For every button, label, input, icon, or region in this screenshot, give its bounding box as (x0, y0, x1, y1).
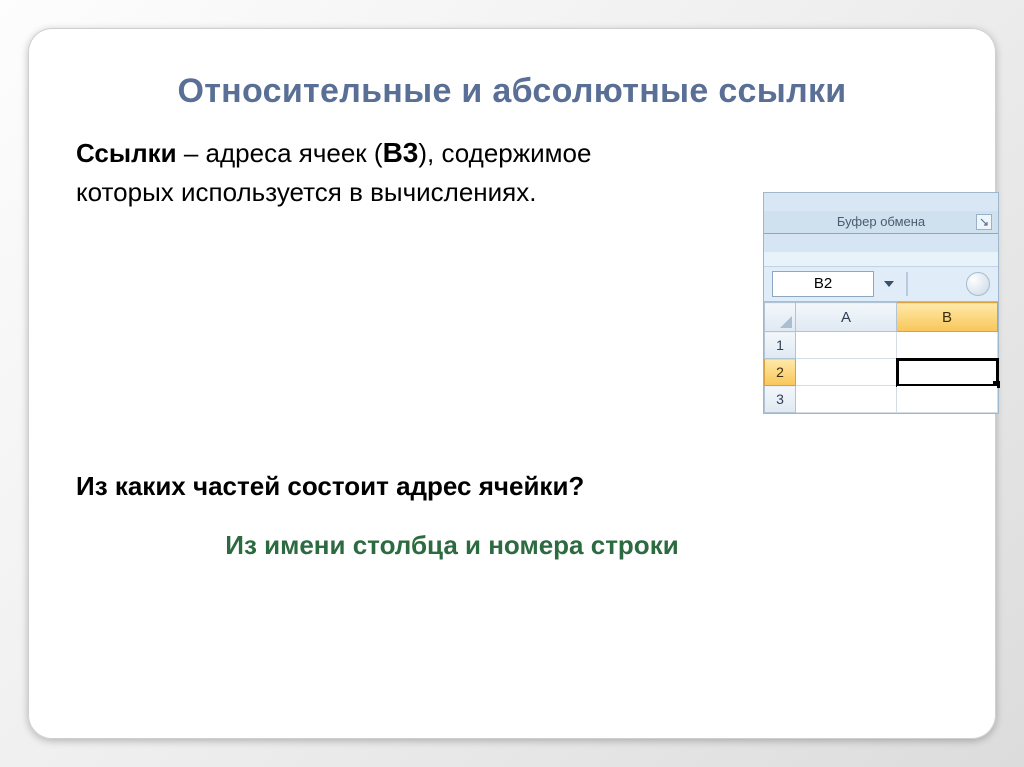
cell-B1[interactable] (897, 332, 998, 359)
slide-background: Относительные и абсолютные ссылки Ссылки… (0, 0, 1024, 767)
definition-term: Ссылки (76, 138, 177, 168)
name-box-dropdown-icon[interactable] (880, 272, 898, 296)
definition-line-1: Ссылки – адреса ячеек (B3), содержимое (76, 133, 948, 174)
spreadsheet-grid: A B 1 2 3 (764, 302, 998, 413)
col-header-A[interactable]: A (796, 303, 897, 332)
row-header-2[interactable]: 2 (765, 359, 796, 386)
select-all-corner[interactable] (765, 303, 796, 332)
row-header-1[interactable]: 1 (765, 332, 796, 359)
question-text: Из каких частей состоит адрес ячейки? (76, 471, 948, 502)
formula-bar-divider (906, 272, 908, 296)
cell-A2[interactable] (796, 359, 897, 386)
ribbon-group-label: Буфер обмена (764, 211, 998, 234)
col-header-B[interactable]: B (897, 303, 998, 332)
formula-bar-button[interactable] (966, 272, 990, 296)
cell-A1[interactable] (796, 332, 897, 359)
slide-title: Относительные и абсолютные ссылки (76, 72, 948, 111)
definition-mid: – адреса ячеек ( (177, 138, 383, 168)
cell-ref-example: B3 (383, 137, 419, 168)
cell-B3[interactable] (897, 386, 998, 413)
cell-B2-active[interactable] (897, 359, 998, 386)
dialog-launcher-icon[interactable] (976, 214, 992, 230)
ribbon-group-area: Буфер обмена (764, 193, 998, 212)
cell-A3[interactable] (796, 386, 897, 413)
excel-screenshot: Буфер обмена B2 A B 1 (763, 192, 999, 414)
ribbon-separator (764, 252, 998, 267)
answer-text: Из имени столбца и номера строки (76, 530, 948, 561)
formula-bar-row: B2 (764, 267, 998, 302)
row-header-3[interactable]: 3 (765, 386, 796, 413)
name-box[interactable]: B2 (772, 271, 874, 297)
definition-after: ), содержимое (418, 138, 591, 168)
